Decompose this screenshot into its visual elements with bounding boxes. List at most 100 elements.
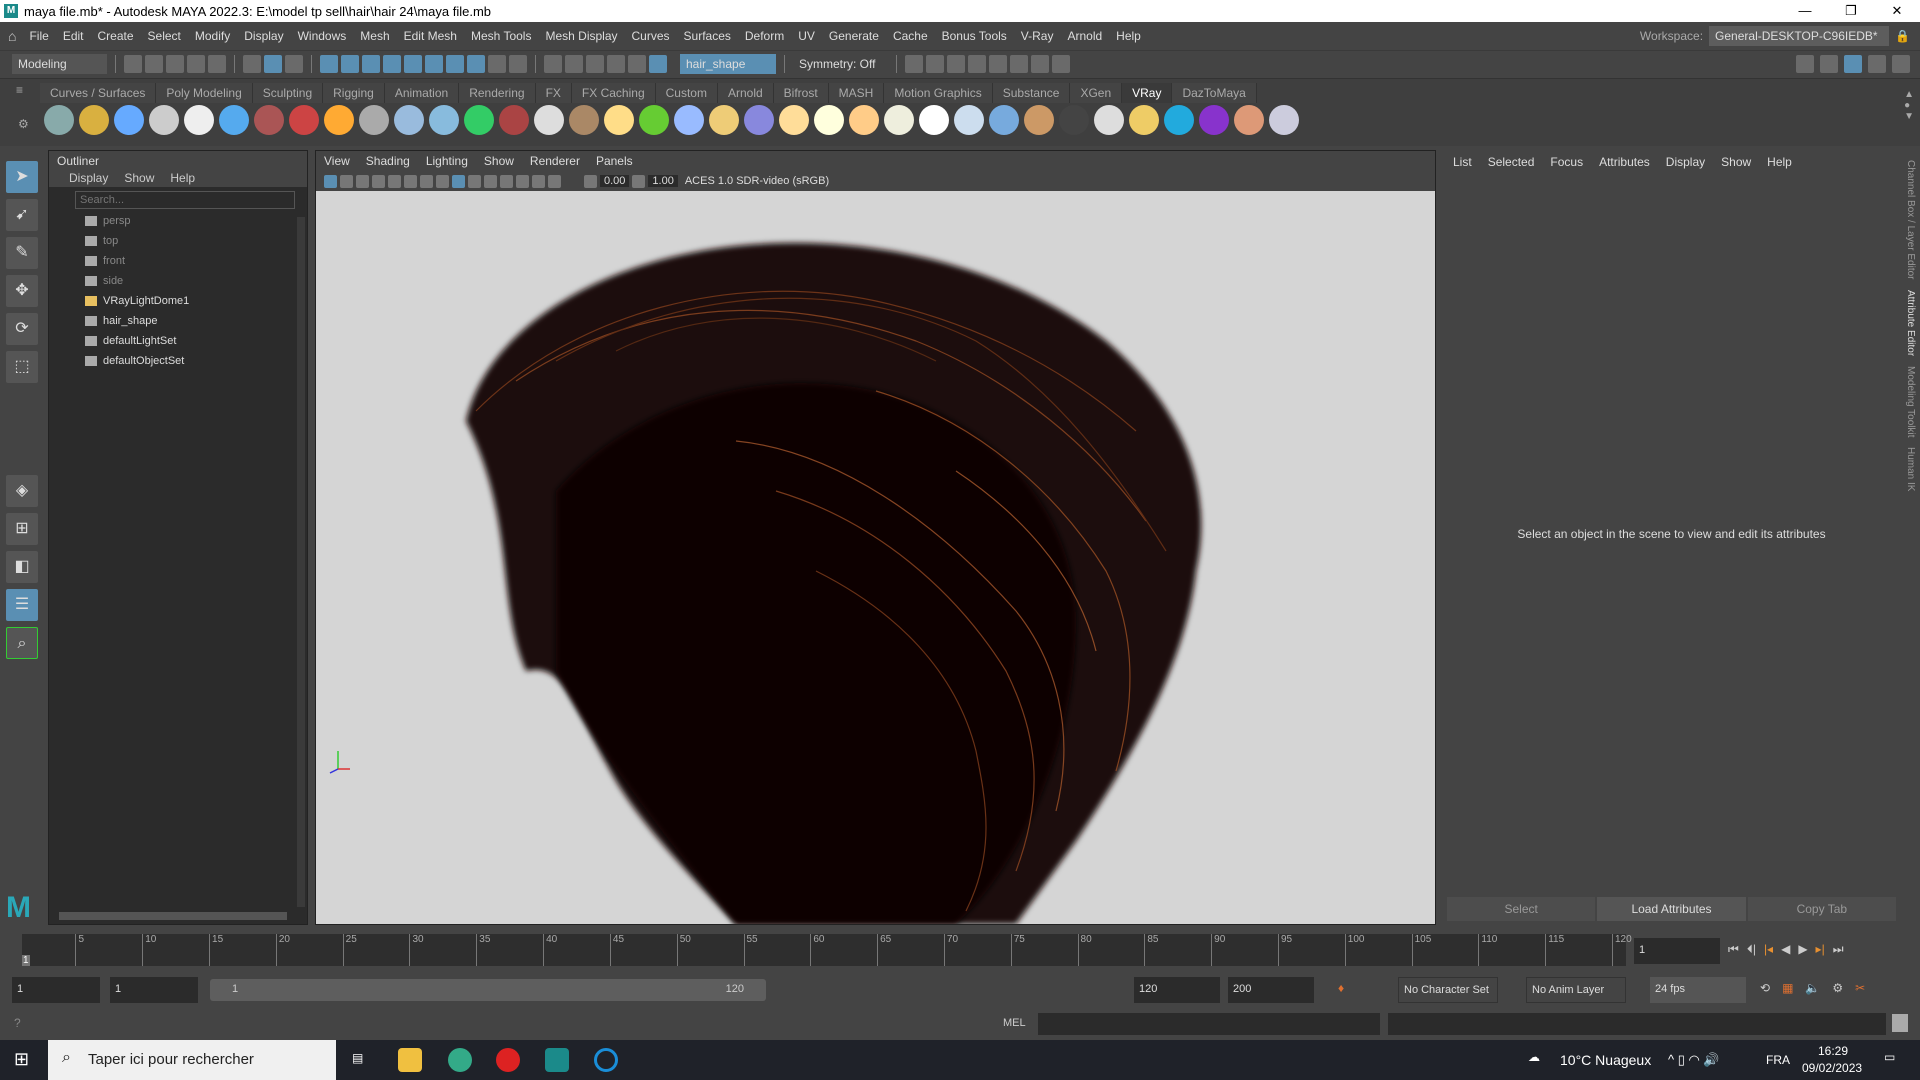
vray-shelf-tool-7-icon[interactable] [254,105,284,135]
ambient-occlusion-icon[interactable] [516,174,529,188]
menu-windows[interactable]: Windows [291,29,354,43]
range-slider-bar[interactable]: 1 120 [210,979,766,1001]
resolution-gate-icon[interactable] [420,174,433,188]
vray-shelf-tool-12-icon[interactable] [429,105,459,135]
shadows-icon[interactable] [500,174,513,188]
script-editor-icon[interactable] [1892,1014,1908,1032]
tray-icons[interactable]: ^ ▯ ◠ 🔊 [1668,1052,1720,1068]
shelf-tab-arnold[interactable]: Arnold [717,83,774,103]
help-icon[interactable]: ? [14,1016,21,1030]
shelf-tab-vray[interactable]: VRay [1122,83,1173,103]
outliner-item[interactable]: hair_shape [49,311,307,331]
opera-icon[interactable] [496,1048,520,1072]
render-frame-icon[interactable] [905,54,923,73]
new-scene-icon[interactable] [124,54,142,73]
vray-shelf-tool-9-icon[interactable] [324,105,354,135]
vray-shelf-tool-30-icon[interactable] [1059,105,1089,135]
live-surface-icon[interactable] [649,54,667,73]
playback-end-field[interactable]: 120 [1134,977,1220,1003]
menu-vray[interactable]: V-Ray [1014,29,1061,43]
menu-display[interactable]: Display [237,29,290,43]
exposure-icon[interactable] [584,174,597,188]
vray-shelf-tool-28-icon[interactable] [989,105,1019,135]
menu-edit-mesh[interactable]: Edit Mesh [397,29,464,43]
outliner-item[interactable]: persp [49,211,307,231]
highlight-selection-icon[interactable] [509,54,527,73]
vray-shelf-tool-8-icon[interactable] [289,105,319,135]
workspace-dropdown[interactable]: General-DESKTOP-C96IEDB* [1709,26,1890,46]
lock-icon[interactable]: 🔒 [1895,29,1910,43]
rotate-tool-icon[interactable]: ⟳ [6,313,38,345]
film-gate-icon[interactable] [404,174,417,188]
menu-generate[interactable]: Generate [822,29,886,43]
vray-shelf-tool-22-icon[interactable] [779,105,809,135]
weather-text[interactable]: 10°C Nuageux [1560,1052,1651,1068]
close-button[interactable]: ✕ [1874,0,1920,22]
load-attributes-button[interactable]: Load Attributes [1597,897,1746,921]
snap-view-icon[interactable] [383,54,401,73]
snap-surface-icon[interactable] [404,54,422,73]
shelf-tab-daztomaya[interactable]: DazToMaya [1172,83,1257,103]
viewport-menu-shading[interactable]: Shading [366,154,410,168]
windows-start-icon[interactable]: ⊞ [14,1049,29,1070]
task-view-icon[interactable]: ▤ [352,1051,363,1065]
menu-mesh[interactable]: Mesh [353,29,396,43]
vray-shelf-tool-18-icon[interactable] [639,105,669,135]
viewport-menu-show[interactable]: Show [484,154,514,168]
channel-box-icon[interactable] [1892,54,1910,73]
shelf-tab-custom[interactable]: Custom [655,83,718,103]
open-scene-icon[interactable] [145,54,163,73]
vray-shelf-tool-19-icon[interactable] [674,105,704,135]
hypershade-icon[interactable] [989,54,1007,73]
vray-shelf-tool-3-icon[interactable] [114,105,144,135]
select-hierarchy-icon[interactable] [243,54,261,73]
ccleaner-icon[interactable] [594,1048,618,1072]
shelf-tab-mash[interactable]: MASH [828,83,885,103]
shelf-settings-icon[interactable]: ⚙ [18,117,29,131]
copy-tab-button[interactable]: Copy Tab [1747,897,1896,921]
bookmark-icon[interactable] [356,174,369,188]
render-setup-icon[interactable] [1031,54,1049,73]
vray-shelf-tool-35-icon[interactable] [1234,105,1264,135]
command-input[interactable] [1038,1013,1380,1035]
lasso-tool-icon[interactable]: ➹ [6,199,38,231]
maya-taskbar-icon[interactable] [545,1048,569,1072]
select-button[interactable]: Select [1447,897,1596,921]
menu-bonus-tools[interactable]: Bonus Tools [935,29,1014,43]
vray-shelf-tool-11-icon[interactable] [394,105,424,135]
scene-start-field[interactable]: 1 [12,977,100,1003]
home-icon[interactable]: ⌂ [8,28,16,44]
four-view-layout-icon[interactable]: ⊞ [6,513,38,545]
auto-key-icon[interactable]: ♦ [1338,981,1344,995]
select-tool-icon[interactable]: ➤ [6,161,38,193]
shelf-menu-icon[interactable]: ≡ [16,83,23,97]
grid-icon[interactable] [388,174,401,188]
menu-edit[interactable]: Edit [56,29,91,43]
two-view-layout-icon[interactable]: ◧ [6,551,38,583]
shelf-tab-sculpting[interactable]: Sculpting [252,83,324,103]
vray-shelf-tool-4-icon[interactable] [149,105,179,135]
outliner-layout-icon[interactable]: ☰ [6,589,38,621]
render-settings-icon[interactable] [968,54,986,73]
tab-attribute-editor[interactable]: Attribute Editor [1905,290,1916,356]
menu-uv[interactable]: UV [791,29,822,43]
outliner-item[interactable]: VRayLightDome1 [49,291,307,311]
tab-human-ik[interactable]: Human IK [1905,447,1916,491]
vray-shelf-tool-6-icon[interactable] [219,105,249,135]
menu-help[interactable]: Help [1109,29,1148,43]
notifications-icon[interactable]: ▭ [1884,1050,1895,1064]
render-view-icon[interactable] [1010,54,1028,73]
vray-shelf-tool-29-icon[interactable] [1024,105,1054,135]
snap-point-icon[interactable] [362,54,380,73]
go-to-start-icon[interactable]: ⏮ [1728,942,1739,957]
smooth-shade-icon[interactable] [452,174,465,188]
attr-menu-focus[interactable]: Focus [1550,155,1583,169]
file-explorer-icon[interactable] [398,1048,422,1072]
current-frame-marker[interactable]: 1 [22,955,30,966]
outliner-menu-help[interactable]: Help [170,171,195,185]
sound-icon[interactable]: 🔈 [1805,981,1820,995]
attr-menu-display[interactable]: Display [1666,155,1705,169]
textured-icon[interactable] [468,174,481,188]
step-back-frame-icon[interactable]: |◂ [1764,942,1773,957]
undo-icon[interactable] [187,54,205,73]
